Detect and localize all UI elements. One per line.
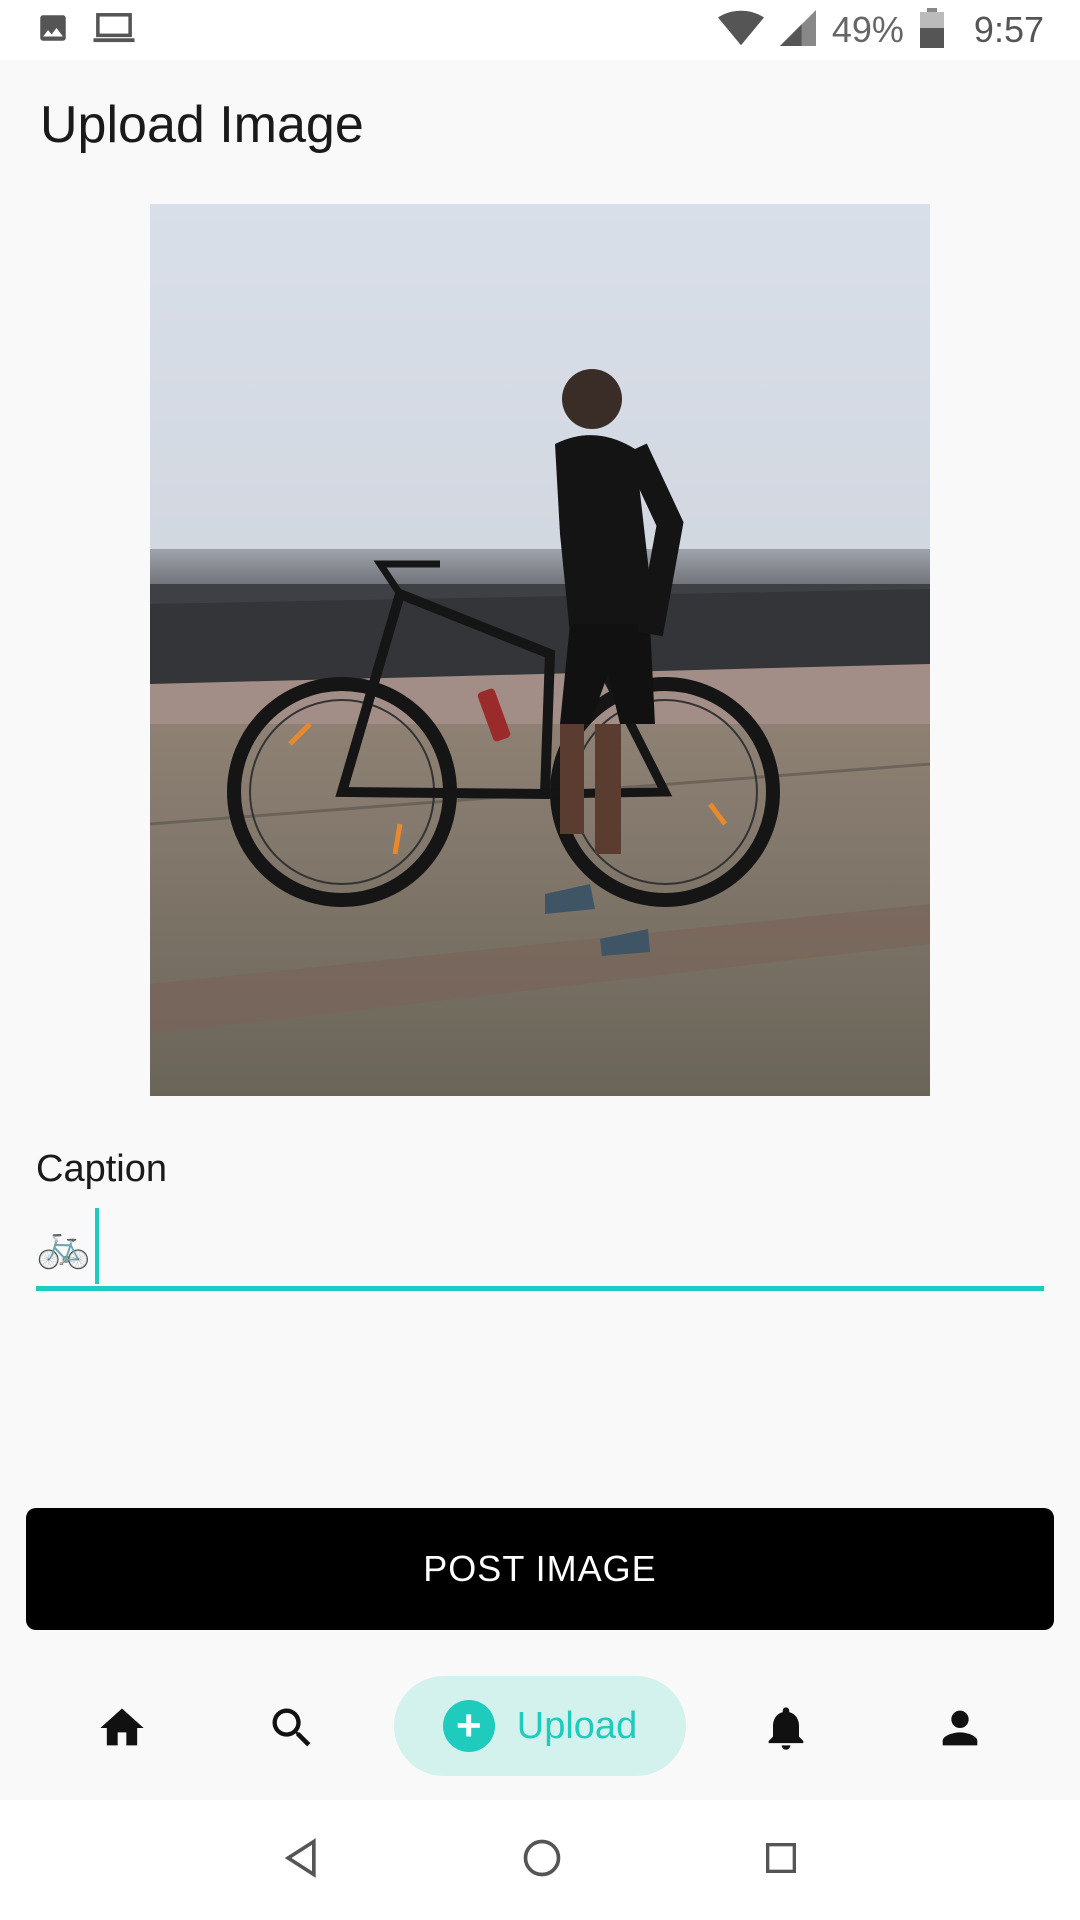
home-icon (96, 1702, 148, 1759)
battery-percent: 49% (831, 9, 904, 50)
page-title: Upload Image (40, 96, 364, 154)
nav-upload-label: Upload (516, 1704, 638, 1747)
person-icon (934, 1702, 986, 1759)
post-image-button[interactable]: POST IMAGE (26, 1508, 1054, 1630)
wifi-icon (717, 10, 764, 51)
battery-icon (919, 7, 944, 53)
laptop-icon (92, 11, 136, 50)
home-circle-icon[interactable] (520, 1836, 564, 1885)
recents-icon[interactable] (761, 1838, 801, 1883)
caption-input[interactable]: 🚲 (36, 1205, 1044, 1291)
status-time: 9:57 (973, 9, 1044, 50)
system-nav-bar (0, 1800, 1080, 1920)
nav-home[interactable] (82, 1660, 162, 1800)
caption-value: 🚲 (36, 1220, 91, 1270)
add-circle-icon: + (442, 1700, 495, 1752)
search-icon (266, 1702, 318, 1759)
bottom-nav: + Upload (0, 1660, 1080, 1800)
signal-icon (779, 9, 816, 51)
nav-upload[interactable]: + Upload (394, 1676, 686, 1776)
text-cursor (94, 1207, 99, 1284)
nav-profile[interactable] (920, 1660, 1000, 1800)
bell-icon (760, 1702, 812, 1759)
nav-search[interactable] (252, 1660, 332, 1800)
back-icon[interactable] (279, 1836, 323, 1885)
caption-label: Caption (36, 1148, 167, 1190)
image-icon (36, 11, 70, 50)
nav-notifications[interactable] (746, 1660, 826, 1800)
selected-photo[interactable] (150, 204, 930, 1096)
status-bar: 49% 9:57 (0, 0, 1080, 60)
